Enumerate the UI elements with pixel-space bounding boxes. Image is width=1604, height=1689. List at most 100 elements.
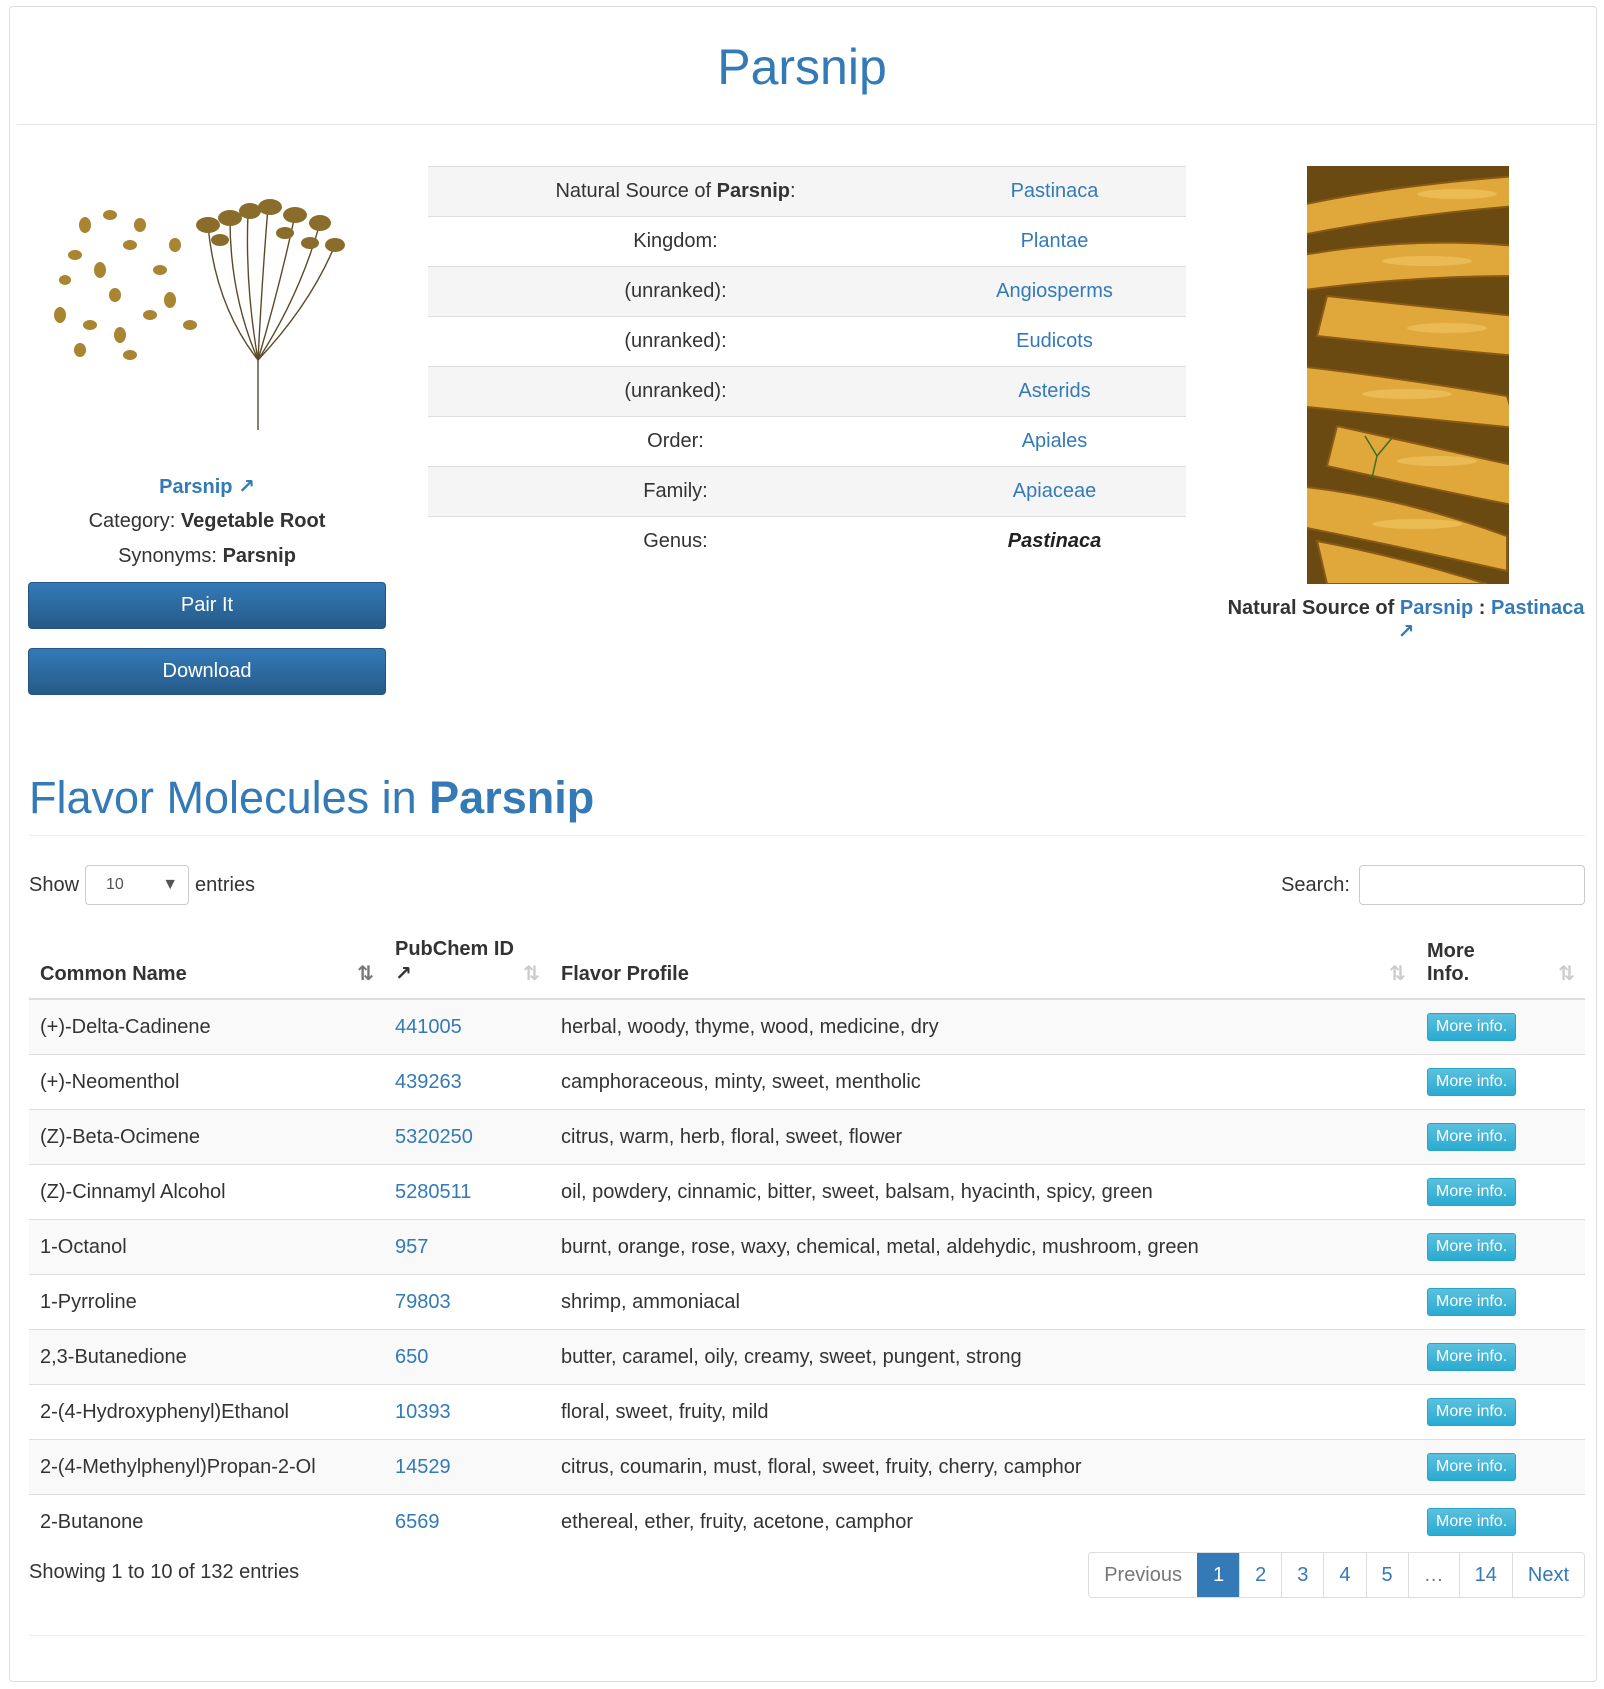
flavor-profile-cell: ethereal, ether, fruity, acetone, campho… xyxy=(550,1494,1416,1549)
pubchem-link[interactable]: 79803 xyxy=(384,1274,550,1330)
more-info-button[interactable]: More info. xyxy=(1427,1233,1517,1261)
external-link-icon[interactable]: ↗ xyxy=(238,476,255,498)
caption-source-link[interactable]: Pastinaca xyxy=(1491,597,1584,619)
pubchem-link[interactable]: 441005 xyxy=(384,998,550,1055)
parsnip-roots-image xyxy=(1307,166,1509,584)
taxonomy-row: (unranked): Angiosperms xyxy=(428,266,1186,317)
more-info-button[interactable]: More info. xyxy=(1427,1288,1517,1316)
pagination-previous[interactable]: Previous xyxy=(1089,1553,1197,1597)
pagination: Previous 1 2 3 4 5 … 14 Next xyxy=(1088,1552,1585,1598)
taxonomy-row: Kingdom: Plantae xyxy=(428,216,1186,267)
common-name-cell: 2-(4-Methylphenyl)Propan-2-Ol xyxy=(29,1439,384,1495)
more-info-button[interactable]: More info. xyxy=(1427,1123,1517,1151)
section-title: Flavor Molecules in Parsnip xyxy=(29,772,595,823)
synonyms-value: Parsnip xyxy=(222,545,296,567)
sort-icon: ⇅ xyxy=(1558,963,1575,985)
flavor-molecules-table: Common Name ⇅ PubChem ID ↗ ⇅ Flavor Prof… xyxy=(29,925,1585,1549)
taxonomy-value-link[interactable]: Plantae xyxy=(923,216,1186,267)
table-row: 2-(4-Methylphenyl)Propan-2-Ol 14529 citr… xyxy=(29,1439,1585,1495)
flavor-profile-cell: shrimp, ammoniacal xyxy=(550,1274,1416,1330)
pagination-page-4[interactable]: 4 xyxy=(1323,1553,1366,1597)
taxonomy-row: (unranked): Eudicots xyxy=(428,316,1186,367)
flavor-profile-cell: oil, powdery, cinnamic, bitter, sweet, b… xyxy=(550,1164,1416,1220)
more-info-button[interactable]: More info. xyxy=(1427,1508,1517,1536)
more-info-button[interactable]: More info. xyxy=(1427,1068,1517,1096)
taxonomy-label: (unranked): xyxy=(428,366,923,417)
flavor-profile-cell: citrus, warm, herb, floral, sweet, flowe… xyxy=(550,1109,1416,1165)
flavor-profile-cell: citrus, coumarin, must, floral, sweet, f… xyxy=(550,1439,1416,1495)
table-row: 2,3-Butanedione 650 butter, caramel, oil… xyxy=(29,1329,1585,1385)
common-name-cell: 2,3-Butanedione xyxy=(29,1329,384,1385)
sort-icon: ⇅ xyxy=(1389,963,1406,985)
pagination-page-1[interactable]: 1 xyxy=(1197,1553,1240,1597)
more-info-button[interactable]: More info. xyxy=(1427,1013,1517,1041)
taxonomy-value-link[interactable]: Eudicots xyxy=(923,316,1186,367)
taxonomy-label: (unranked): xyxy=(428,266,923,317)
pagination-page-3[interactable]: 3 xyxy=(1281,1553,1324,1597)
common-name-cell: 2-Butanone xyxy=(29,1494,384,1549)
more-info-button[interactable]: More info. xyxy=(1427,1453,1517,1481)
external-link-icon[interactable]: ↗ xyxy=(1398,621,1415,643)
more-info-button[interactable]: More info. xyxy=(1427,1398,1517,1426)
download-button[interactable]: Download xyxy=(28,648,386,695)
caption-parsnip-link[interactable]: Parsnip xyxy=(1400,597,1473,619)
taxonomy-value-link[interactable]: Apiaceae xyxy=(923,466,1186,517)
table-row: 2-(4-Hydroxyphenyl)Ethanol 10393 floral,… xyxy=(29,1384,1585,1440)
category-label: Category: xyxy=(88,510,176,532)
natural-source-caption: Natural Source of Parsnip : Pastinaca ↗ xyxy=(1227,597,1585,643)
taxonomy-value-link[interactable]: Apiales xyxy=(923,416,1186,467)
more-info-button[interactable]: More info. xyxy=(1427,1178,1517,1206)
pagination-page-5[interactable]: 5 xyxy=(1365,1553,1408,1597)
table-row: (+)-Delta-Cadinene 441005 herbal, woody,… xyxy=(29,998,1585,1055)
column-header-flavor-profile[interactable]: Flavor Profile ⇅ xyxy=(550,925,1416,1000)
sort-icon: ⇅ xyxy=(523,963,540,985)
bottom-divider xyxy=(29,1635,1585,1636)
taxonomy-value-link[interactable]: Angiosperms xyxy=(923,266,1186,317)
taxonomy-label: (unranked): xyxy=(428,316,923,367)
table-row: 1-Octanol 957 burnt, orange, rose, waxy,… xyxy=(29,1219,1585,1275)
common-name-cell: (Z)-Beta-Ocimene xyxy=(29,1109,384,1165)
flavor-profile-cell: camphoraceous, minty, sweet, mentholic xyxy=(550,1054,1416,1110)
parsnip-name-link[interactable]: Parsnip xyxy=(159,476,232,498)
table-info-text: Showing 1 to 10 of 132 entries xyxy=(29,1561,300,1583)
search-label: Search: xyxy=(1281,873,1350,896)
synonyms-line: Synonyms: Parsnip xyxy=(28,545,386,568)
dropdown-arrow-icon: ▼ xyxy=(162,876,179,893)
pagination-page-2[interactable]: 2 xyxy=(1239,1553,1282,1597)
common-name-cell: (+)-Delta-Cadinene xyxy=(29,998,384,1055)
taxonomy-value-link[interactable]: Asterids xyxy=(923,366,1186,417)
taxonomy-value-link[interactable]: Pastinaca xyxy=(923,166,1186,217)
pagination-next[interactable]: Next xyxy=(1511,1553,1584,1597)
show-label: Show xyxy=(29,873,80,896)
pubchem-link[interactable]: 5320250 xyxy=(384,1109,550,1165)
taxonomy-row: Order: Apiales xyxy=(428,416,1186,467)
pubchem-link[interactable]: 10393 xyxy=(384,1384,550,1440)
taxonomy-label: Natural Source of Parsnip: xyxy=(428,166,923,217)
entries-select-value: 10 xyxy=(106,876,124,893)
column-header-pubchem-id[interactable]: PubChem ID ↗ ⇅ xyxy=(384,925,550,1000)
pair-it-button[interactable]: Pair It xyxy=(28,582,386,629)
more-info-button[interactable]: More info. xyxy=(1427,1343,1517,1371)
pubchem-link[interactable]: 439263 xyxy=(384,1054,550,1110)
column-header-common-name[interactable]: Common Name ⇅ xyxy=(29,925,384,1000)
synonyms-label: Synonyms: xyxy=(118,545,217,567)
flavor-profile-cell: herbal, woody, thyme, wood, medicine, dr… xyxy=(550,998,1416,1055)
pagination-page-14[interactable]: 14 xyxy=(1458,1553,1512,1597)
flavor-profile-cell: floral, sweet, fruity, mild xyxy=(550,1384,1416,1440)
common-name-cell: (Z)-Cinnamyl Alcohol xyxy=(29,1164,384,1220)
pubchem-link[interactable]: 650 xyxy=(384,1329,550,1385)
table-row: 1-Pyrroline 79803 shrimp, ammoniacal Mor… xyxy=(29,1274,1585,1330)
pubchem-link[interactable]: 957 xyxy=(384,1219,550,1275)
column-header-more-info[interactable]: More Info. ⇅ xyxy=(1416,925,1585,1000)
pubchem-link[interactable]: 6569 xyxy=(384,1494,550,1549)
taxonomy-label: Genus: xyxy=(428,516,923,566)
common-name-cell: (+)-Neomenthol xyxy=(29,1054,384,1110)
category-value: Vegetable Root xyxy=(180,510,326,532)
taxonomy-row: (unranked): Asterids xyxy=(428,366,1186,417)
search-input[interactable] xyxy=(1359,865,1585,905)
pubchem-link[interactable]: 14529 xyxy=(384,1439,550,1495)
pubchem-link[interactable]: 5280511 xyxy=(384,1164,550,1220)
taxonomy-row: Genus: Pastinaca xyxy=(428,516,1186,566)
entries-label: entries xyxy=(195,873,256,896)
entries-select[interactable]: 10 ▼ xyxy=(85,865,190,905)
